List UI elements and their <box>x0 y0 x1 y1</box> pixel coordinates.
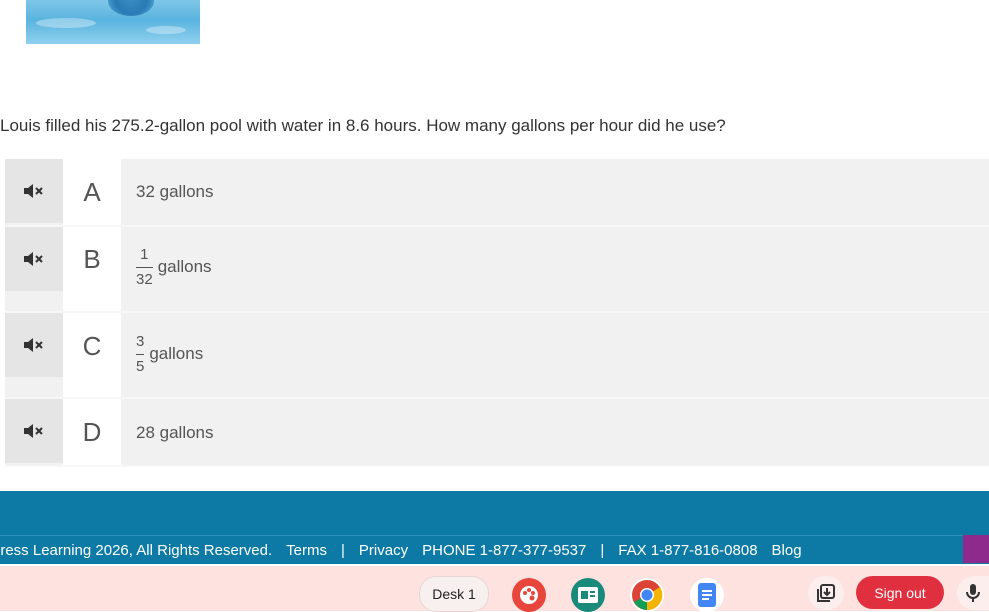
choice-text: 32 gallons <box>136 182 214 201</box>
fraction-numerator: 3 <box>136 333 145 350</box>
microphone-icon[interactable] <box>957 576 989 610</box>
pool-image <box>26 0 200 44</box>
fraction: 1 32 <box>136 245 153 290</box>
answer-choice-c[interactable]: C 3 5 gallons <box>5 313 989 399</box>
question-text: Louis filled his 275.2-gallon pool with … <box>0 116 726 135</box>
fraction-unit: gallons <box>157 256 212 276</box>
chrome-icon[interactable] <box>630 578 664 612</box>
copyright-text: gress Learning 2026, All Rights Reserved… <box>0 541 273 559</box>
fax-text: FAX 1-877-816-0808 <box>618 541 758 559</box>
fraction-denominator: 32 <box>136 271 153 288</box>
speaker-muted-icon[interactable] <box>5 399 63 463</box>
screen-capture-icon[interactable] <box>808 576 844 610</box>
phone-text: PHONE 1-877-377-9537 <box>422 541 587 559</box>
side-tab[interactable] <box>963 535 989 563</box>
choice-letter: D <box>63 399 121 465</box>
speaker-muted-icon[interactable] <box>5 227 63 291</box>
privacy-link[interactable]: Privacy <box>359 542 408 559</box>
choice-letter: A <box>63 159 121 225</box>
sign-out-button[interactable]: Sign out <box>856 576 944 609</box>
desk-button[interactable]: Desk 1 <box>419 576 489 612</box>
answer-choice-a[interactable]: A 32 gallons <box>5 159 989 227</box>
terms-link[interactable]: Terms <box>286 542 327 559</box>
footer-band <box>0 491 989 535</box>
choice-letter: B <box>63 227 121 311</box>
docs-icon[interactable] <box>690 578 724 612</box>
fraction: 3 5 <box>136 332 145 377</box>
footer-separator: | <box>600 541 605 559</box>
choice-text: 3 5 gallons <box>136 332 203 377</box>
choice-text: 28 gallons <box>136 423 214 442</box>
footer-links: gress Learning 2026, All Rights Reserved… <box>0 535 989 564</box>
palette-icon[interactable] <box>512 578 546 612</box>
footer-separator: | <box>341 541 345 559</box>
speaker-muted-icon[interactable] <box>5 313 63 377</box>
choice-text: 1 32 gallons <box>136 245 212 290</box>
choice-letter: C <box>63 313 121 397</box>
answer-choice-d[interactable]: D 28 gallons <box>5 399 989 467</box>
classroom-icon[interactable] <box>571 578 605 612</box>
answer-choice-b[interactable]: B 1 32 gallons <box>5 227 989 313</box>
blog-link[interactable]: Blog <box>772 542 802 559</box>
fraction-denominator: 5 <box>136 358 145 375</box>
speaker-muted-icon[interactable] <box>5 159 63 223</box>
fraction-unit: gallons <box>149 343 204 363</box>
fraction-numerator: 1 <box>140 246 149 263</box>
